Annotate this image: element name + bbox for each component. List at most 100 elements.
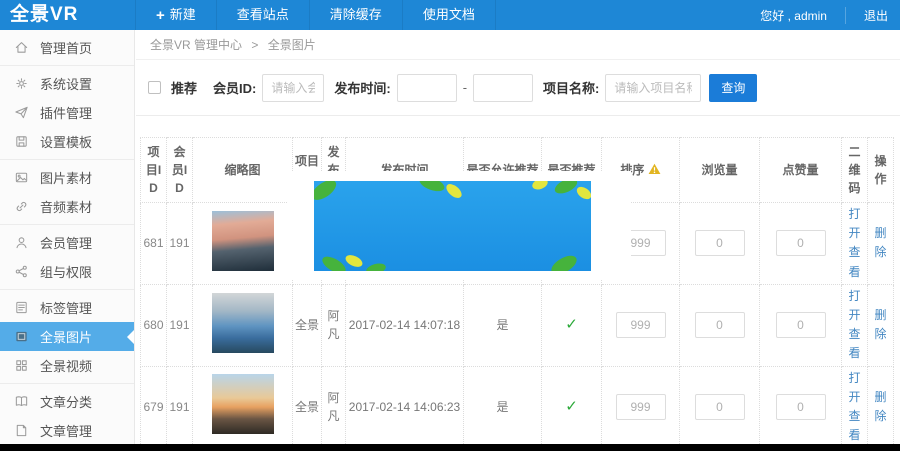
cell-publisher: 阿凡 <box>322 284 346 366</box>
sidebar-item-tags[interactable]: 标签管理 <box>0 293 134 322</box>
top-menu: + 新建 查看站点 清除缓存 使用文档 <box>135 0 496 30</box>
sort-input[interactable] <box>616 394 666 420</box>
sidebar-item-groups-permissions[interactable]: 组与权限 <box>0 257 134 286</box>
search-button[interactable]: 查询 <box>709 74 757 102</box>
sort-input[interactable] <box>616 312 666 338</box>
menu-docs[interactable]: 使用文档 <box>403 0 496 30</box>
project-name-input[interactable] <box>605 74 701 102</box>
user-icon <box>14 235 29 250</box>
paper-plane-icon <box>14 105 29 120</box>
col-member-id: 会员ID <box>167 138 193 203</box>
open-view-link[interactable]: 打开查看 <box>848 205 861 282</box>
views-input[interactable] <box>695 230 745 256</box>
cell-member-id: 191 <box>167 366 193 448</box>
publish-time-start-input[interactable] <box>397 74 457 102</box>
menu-view-site[interactable]: 查看站点 <box>217 0 310 30</box>
filter-bar: 推荐 会员ID: 发布时间: - 项目名称: 查询 <box>136 60 900 116</box>
cell-publisher: 阿凡 <box>322 366 346 448</box>
open-view-link[interactable]: 打开查看 <box>848 287 861 364</box>
breadcrumb-root[interactable]: 全景VR 管理中心 <box>150 38 242 52</box>
menu-new-button[interactable]: + 新建 <box>135 0 217 30</box>
breadcrumb-current: 全景图片 <box>268 38 316 52</box>
grid-icon <box>14 358 29 373</box>
top-right: 您好 , admin 退出 <box>742 0 900 30</box>
menu-clear-cache[interactable]: 清除缓存 <box>310 0 403 30</box>
thumbnail-image[interactable] <box>212 374 274 434</box>
col-views: 浏览量 <box>680 138 760 203</box>
bottom-black-bar <box>0 444 900 451</box>
sidebar-item-members[interactable]: 会员管理 <box>0 228 134 257</box>
cell-publish-time: 2017-02-14 14:06:23 <box>346 366 464 448</box>
pano-image-icon <box>14 329 29 344</box>
recommend-checkbox[interactable] <box>148 81 161 94</box>
document-lines-icon <box>14 300 29 315</box>
table-row: 680 191 全景 阿凡 2017-02-14 14:07:18 是 ✓ 打开… <box>141 284 894 366</box>
likes-input[interactable] <box>776 312 826 338</box>
save-template-icon <box>14 134 29 149</box>
home-icon <box>14 40 29 55</box>
recommended-check: ✓ <box>542 284 602 366</box>
col-project-id: 项目ID <box>141 138 167 203</box>
share-icon <box>14 264 29 279</box>
cell-member-id: 191 <box>167 203 193 285</box>
recommend-label: 推荐 <box>171 78 197 97</box>
cell-project-name: 全景 <box>293 284 322 366</box>
file-icon <box>14 423 29 438</box>
col-likes: 点赞量 <box>760 138 842 203</box>
project-name-label: 项目名称: <box>543 78 599 97</box>
table-row: 679 191 全景 阿凡 2017-02-14 14:06:23 是 ✓ 打开… <box>141 366 894 448</box>
delete-link[interactable]: 删除 <box>874 224 887 262</box>
sidebar-item-system-settings[interactable]: 系统设置 <box>0 69 134 98</box>
sidebar-item-pano-videos[interactable]: 全景视频 <box>0 351 134 380</box>
sidebar-item-plugins[interactable]: 插件管理 <box>0 98 134 127</box>
member-id-label: 会员ID: <box>213 78 256 97</box>
leaves-graphic <box>314 181 591 271</box>
recommended-check: ✓ <box>542 366 602 448</box>
views-input[interactable] <box>695 312 745 338</box>
cell-project-id: 681 <box>141 203 167 285</box>
thumbnail-image[interactable] <box>212 293 274 353</box>
likes-input[interactable] <box>776 230 826 256</box>
picture-icon <box>14 170 29 185</box>
warning-icon <box>648 163 661 175</box>
sidebar-item-pano-images[interactable]: 全景图片 <box>0 322 134 351</box>
cell-member-id: 191 <box>167 284 193 366</box>
table-wrap: 项目ID 会员ID 缩略图 项目名称 发布人 发布时间 是否允许推荐 是否推荐 … <box>136 116 900 451</box>
cell-allow-recommend: 是 <box>464 366 542 448</box>
sidebar-item-article-categories[interactable]: 文章分类 <box>0 387 134 416</box>
sidebar-item-audio-assets[interactable]: 音频素材 <box>0 192 134 221</box>
menu-new-label: 新建 <box>170 0 196 30</box>
sidebar-item-article-manage[interactable]: 文章管理 <box>0 416 134 445</box>
col-qrcode: 二维码 <box>842 138 868 203</box>
publish-time-end-input[interactable] <box>473 74 533 102</box>
delete-link[interactable]: 删除 <box>874 306 887 344</box>
col-thumbnail: 缩略图 <box>193 138 293 203</box>
cell-allow-recommend: 是 <box>464 284 542 366</box>
preview-image <box>314 181 591 271</box>
sidebar: 管理首页 系统设置 插件管理 设置模板 图片素材 音频素材 会员管理 <box>0 30 135 451</box>
app-logo: 全景VR <box>0 0 135 30</box>
col-actions: 操作 <box>868 138 894 203</box>
thumbnail-image[interactable] <box>212 211 274 271</box>
member-id-input[interactable] <box>262 74 324 102</box>
delete-link[interactable]: 删除 <box>874 388 887 426</box>
logout-link[interactable]: 退出 <box>845 7 900 24</box>
breadcrumb-separator: > <box>251 38 258 52</box>
publish-time-label: 发布时间: <box>334 78 390 97</box>
views-input[interactable] <box>695 394 745 420</box>
greeting: 您好 , admin <box>742 7 845 24</box>
sidebar-item-templates[interactable]: 设置模板 <box>0 127 134 156</box>
cell-project-id: 679 <box>141 366 167 448</box>
date-range-separator: - <box>463 80 467 95</box>
cell-publish-time: 2017-02-14 14:07:18 <box>346 284 464 366</box>
likes-input[interactable] <box>776 394 826 420</box>
book-icon <box>14 394 29 409</box>
top-bar: 全景VR + 新建 查看站点 清除缓存 使用文档 您好 , admin 退出 <box>0 0 900 30</box>
cell-project-name: 全景 <box>293 366 322 448</box>
breadcrumb: 全景VR 管理中心 > 全景图片 <box>136 30 900 60</box>
sidebar-item-image-assets[interactable]: 图片素材 <box>0 163 134 192</box>
open-view-link[interactable]: 打开查看 <box>848 369 861 446</box>
link-icon <box>14 199 29 214</box>
plus-icon: + <box>156 8 165 23</box>
sidebar-item-home[interactable]: 管理首页 <box>0 33 134 62</box>
